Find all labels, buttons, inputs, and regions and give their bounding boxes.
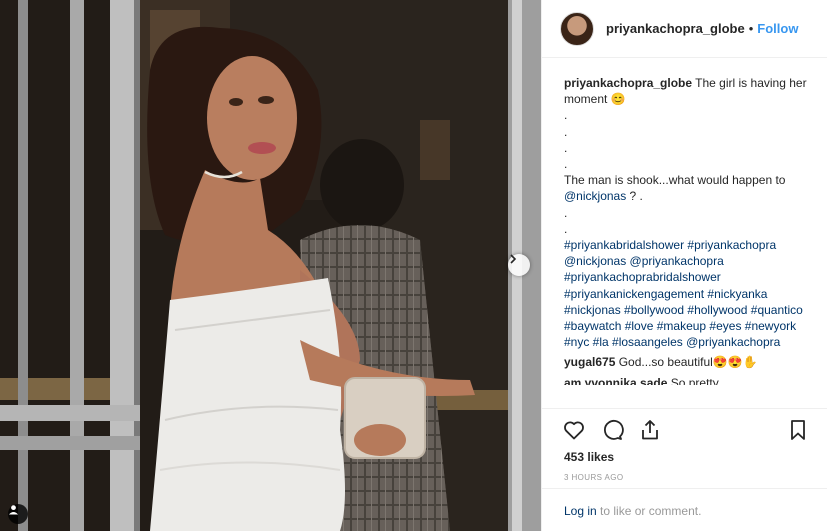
share-icon[interactable] bbox=[638, 418, 662, 442]
comment-item: yugal675 God...so beautiful😍😍✋ bbox=[564, 354, 809, 370]
login-link[interactable]: Log in bbox=[564, 504, 597, 518]
caption-dot: . bbox=[564, 221, 568, 236]
post-side-panel: priyankachopra_globe • Follow priyankach… bbox=[541, 0, 827, 531]
comment-item: am yvonnika sade So pretty bbox=[564, 375, 809, 385]
caption-line-end: ? . bbox=[626, 189, 643, 204]
avatar[interactable] bbox=[560, 11, 594, 46]
header-username[interactable]: priyankachopra_globe bbox=[606, 21, 745, 36]
comment-username[interactable]: am yvonnika sade bbox=[564, 376, 667, 385]
caption-dot: . bbox=[564, 157, 568, 172]
comment-text: God...so beautiful😍😍✋ bbox=[618, 355, 758, 370]
instagram-post: priyankachopra_globe • Follow priyankach… bbox=[0, 0, 827, 531]
header-separator: • bbox=[748, 21, 754, 36]
comment-username[interactable]: yugal675 bbox=[564, 355, 615, 369]
post-timestamp[interactable]: 3 HOURS AGO bbox=[564, 473, 624, 482]
login-prompt-text: to like or comment. bbox=[596, 504, 702, 518]
caption: priyankachopra_globe The girl is having … bbox=[564, 75, 809, 350]
post-photo[interactable] bbox=[0, 0, 541, 531]
caption-dot: . bbox=[564, 205, 568, 220]
comment-icon[interactable] bbox=[600, 418, 624, 442]
heart-icon[interactable] bbox=[562, 418, 586, 442]
comment-text: So pretty bbox=[670, 375, 719, 385]
caption-dot: . bbox=[564, 108, 568, 123]
login-prompt: Log in to like or comment. bbox=[542, 488, 827, 531]
comments-list[interactable]: priyankachopra_globe The girl is having … bbox=[542, 58, 827, 407]
smile-emoji: 😊 bbox=[610, 92, 626, 107]
post-header: priyankachopra_globe • Follow bbox=[542, 0, 827, 58]
action-icons bbox=[542, 409, 827, 449]
next-photo-button[interactable] bbox=[508, 254, 530, 276]
caption-line: The man is shook...what would happen to bbox=[564, 173, 786, 188]
caption-username[interactable]: priyankachopra_globe bbox=[564, 76, 692, 90]
caption-dot: . bbox=[564, 124, 568, 139]
photo-illustration bbox=[0, 0, 541, 531]
mention-link[interactable]: @nickjonas bbox=[564, 189, 626, 203]
follow-button[interactable]: Follow bbox=[757, 21, 798, 36]
hashtags-block[interactable]: #priyankabridalshower #priyankachopra @n… bbox=[564, 237, 809, 350]
bookmark-icon[interactable] bbox=[786, 418, 810, 442]
likes-count[interactable]: 453 likes bbox=[564, 450, 614, 464]
chevron-right-icon bbox=[510, 254, 517, 264]
caption-dot: . bbox=[564, 140, 568, 155]
user-tag-icon bbox=[8, 505, 19, 515]
tagged-users-button[interactable] bbox=[8, 504, 28, 524]
